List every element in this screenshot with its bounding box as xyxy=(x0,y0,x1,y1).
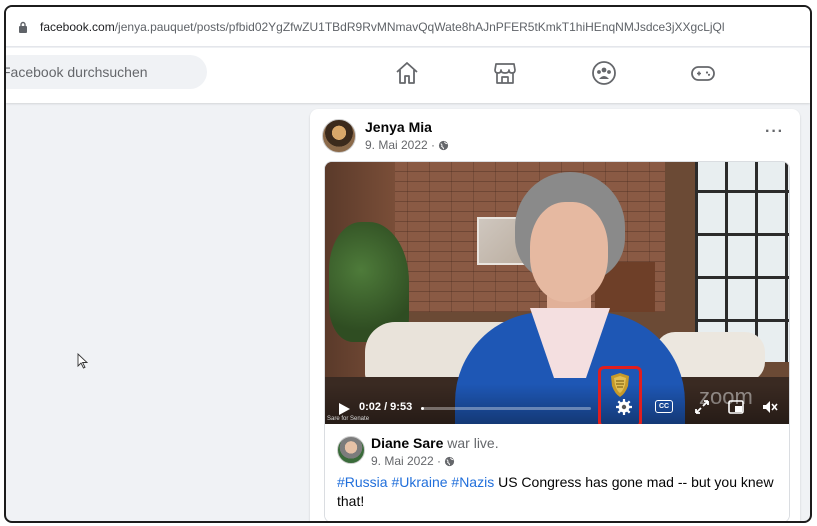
post-date-row: 9. Mai 2022 · xyxy=(365,138,449,152)
video-timecode: 0:02 / 9:53 xyxy=(359,401,413,413)
mouse-cursor-icon xyxy=(77,352,89,369)
shared-author[interactable]: Diane Sare xyxy=(371,435,443,451)
lock-icon xyxy=(18,20,30,34)
address-bar[interactable]: facebook.com/jenya.pauquet/posts/pfbid02… xyxy=(6,7,810,47)
video-player[interactable]: zoom 0:02 / 9:53 CC Sare for Senate xyxy=(325,162,789,424)
facebook-top-bar: Facebook durchsuchen xyxy=(6,48,810,103)
post-card: Jenya Mia 9. Mai 2022 · ··· 0:02 / 9:53 … xyxy=(310,109,800,521)
shared-date[interactable]: 9. Mai 2022 · xyxy=(371,454,441,468)
groups-icon[interactable] xyxy=(590,60,618,86)
shared-date-row: 9. Mai 2022 · xyxy=(371,454,455,468)
video-progress-bar[interactable] xyxy=(421,407,591,410)
globe-icon xyxy=(444,456,455,466)
hashtag-link[interactable]: #Nazis xyxy=(451,474,494,490)
shared-avatar[interactable] xyxy=(337,436,365,464)
search-input[interactable]: Facebook durchsuchen xyxy=(6,55,207,89)
shared-post-text: #Russia #Ukraine #Nazis US Congress has … xyxy=(337,473,777,511)
play-icon[interactable] xyxy=(337,402,351,416)
speaker-face xyxy=(530,202,608,302)
shared-post-info: Diane Sare war live. 9. Mai 2022 · #Russ… xyxy=(325,424,789,521)
browser-frame: facebook.com/jenya.pauquet/posts/pfbid02… xyxy=(4,5,812,523)
marketplace-icon[interactable] xyxy=(491,60,519,86)
left-pane xyxy=(6,103,302,521)
video-controls: 0:02 / 9:53 CC xyxy=(325,384,789,424)
shared-post: zoom 0:02 / 9:53 CC Sare for Senate xyxy=(324,161,790,521)
video-watermark: Sare for Senate xyxy=(327,416,370,422)
post-date[interactable]: 9. Mai 2022 · xyxy=(365,138,435,152)
highlight-box xyxy=(598,366,642,424)
captions-button[interactable]: CC xyxy=(655,400,673,413)
home-icon[interactable] xyxy=(393,60,421,86)
more-options-button[interactable]: ··· xyxy=(765,123,784,141)
mute-icon[interactable] xyxy=(761,398,779,416)
hashtag-link[interactable]: #Ukraine xyxy=(391,474,447,490)
post-author[interactable]: Jenya Mia xyxy=(365,119,432,135)
shared-action: war live. xyxy=(447,435,499,451)
url-host: facebook.com xyxy=(40,19,115,34)
avatar[interactable] xyxy=(322,119,356,153)
hashtag-link[interactable]: #Russia xyxy=(337,474,388,490)
globe-icon xyxy=(438,140,449,150)
picture-in-picture-icon[interactable] xyxy=(727,398,745,416)
url-path: /jenya.pauquet/posts/pfbid02YgZfwZU1TBdR… xyxy=(114,19,725,34)
gaming-icon[interactable] xyxy=(689,60,717,86)
fullscreen-icon[interactable] xyxy=(693,398,711,416)
video-progress-fill xyxy=(421,407,425,410)
shared-author-line: Diane Sare war live. xyxy=(371,435,499,451)
